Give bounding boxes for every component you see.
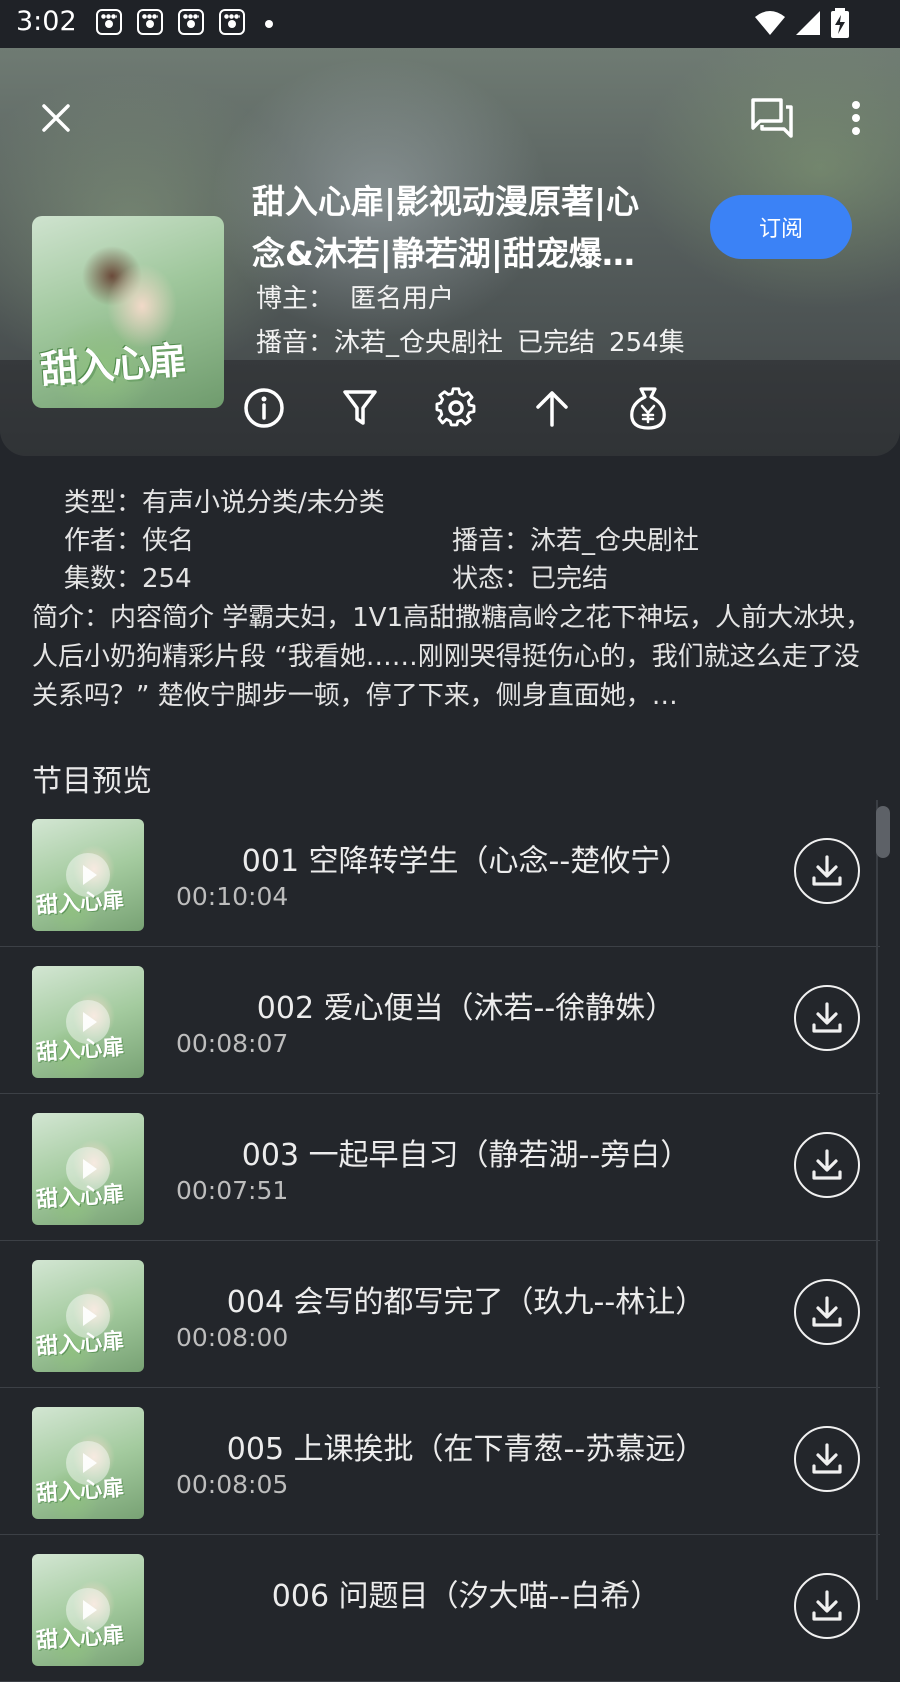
settings-icon xyxy=(435,387,476,427)
settings-button[interactable] xyxy=(428,380,484,436)
close-icon xyxy=(42,104,70,132)
episode-title: 003 一起早自习（静若湖--旁白） xyxy=(241,1138,691,1173)
play-icon xyxy=(66,853,110,897)
album-cover[interactable]: 甜入心扉 xyxy=(32,216,224,408)
status-time: 3:02 xyxy=(16,6,77,37)
episode-title: 001 空降转学生（心念--楚攸宁） xyxy=(241,844,691,879)
money-bag-icon xyxy=(630,387,666,430)
scrollbar-track[interactable] xyxy=(876,800,878,1600)
episode-duration: 00:08:07 xyxy=(176,1029,289,1058)
episode-thumbnail: 甜入心扉 xyxy=(32,1554,144,1666)
play-icon xyxy=(66,1147,110,1191)
episode-duration: 00:08:05 xyxy=(176,1470,289,1499)
episode-row[interactable]: 甜入心扉 006 问题目（汐大喵--白希） xyxy=(0,1535,880,1682)
episode-list: 甜入心扉 001 空降转学生（心念--楚攸宁） 00:10:04 甜入心扉 00… xyxy=(0,800,880,1682)
play-icon xyxy=(66,1441,110,1485)
download-icon xyxy=(812,1149,842,1180)
more-options-button[interactable] xyxy=(826,88,886,148)
narrator-label: 播音：沐若_仓央剧社 xyxy=(256,328,504,358)
download-icon xyxy=(812,1296,842,1327)
meta-author: 作者：侠名 xyxy=(64,526,195,556)
episode-thumbnail: 甜入心扉 xyxy=(32,819,144,931)
more-vertical-icon xyxy=(852,101,860,135)
episode-row[interactable]: 甜入心扉 003 一起早自习（静若湖--旁白） 00:07:51 xyxy=(0,1094,880,1241)
episode-thumbnail: 甜入心扉 xyxy=(32,966,144,1078)
section-title-preview: 节目预览 xyxy=(32,764,152,799)
download-icon xyxy=(812,855,842,886)
download-button[interactable] xyxy=(794,838,860,904)
meta-type: 类型：有声小说分类/未分类 xyxy=(64,488,385,518)
download-button[interactable] xyxy=(794,985,860,1051)
episode-thumbnail: 甜入心扉 xyxy=(32,1407,144,1519)
download-button[interactable] xyxy=(794,1426,860,1492)
filter-button[interactable] xyxy=(332,380,388,436)
comment-icon xyxy=(751,98,793,138)
blogger-label: 博主： xyxy=(256,284,335,314)
episode-title: 006 问题目（汐大喵--白希） xyxy=(271,1579,661,1614)
info-button[interactable] xyxy=(236,380,292,436)
baidu-paw-icon xyxy=(137,9,163,35)
download-button[interactable] xyxy=(794,1279,860,1345)
play-icon xyxy=(66,1588,110,1632)
baidu-paw-icon xyxy=(96,9,122,35)
play-icon xyxy=(66,1294,110,1338)
meta-state: 状态：已完结 xyxy=(452,564,609,594)
episode-title: 002 爱心便当（沐若--徐静姝） xyxy=(256,991,676,1026)
episode-row[interactable]: 甜入心扉 004 会写的都写完了（玖九--林让） 00:08:00 xyxy=(0,1241,880,1388)
wifi-icon xyxy=(755,11,785,35)
episode-duration: 00:10:04 xyxy=(176,882,289,911)
close-button[interactable] xyxy=(26,88,86,148)
download-button[interactable] xyxy=(794,1132,860,1198)
baidu-paw-icon xyxy=(178,9,204,35)
episode-row[interactable]: 甜入心扉 002 爱心便当（沐若--徐静姝） 00:08:07 xyxy=(0,947,880,1094)
comment-button[interactable] xyxy=(742,88,802,148)
download-icon xyxy=(812,1590,842,1621)
download-button[interactable] xyxy=(794,1573,860,1639)
system-icons xyxy=(754,8,850,38)
scrollbar-thumb[interactable] xyxy=(876,806,890,858)
episode-thumbnail: 甜入心扉 xyxy=(32,1260,144,1372)
meta-episodes: 集数：254 xyxy=(64,564,192,594)
reward-button[interactable] xyxy=(620,380,676,436)
status-bar: 3:02 xyxy=(0,0,900,48)
episode-thumbnail: 甜入心扉 xyxy=(32,1113,144,1225)
album-header: 甜入心扉 甜入心扉|影视动漫原著|心念&沐若|静若湖|甜宠爆… 订阅 博主： 匿名… xyxy=(0,48,900,456)
arrow-up-icon xyxy=(536,391,568,427)
info-icon xyxy=(244,388,284,428)
header-actions xyxy=(236,380,676,436)
album-intro[interactable]: 简介：内容简介 学霸夫妇，1V1高甜撒糖高岭之花下神坛，人前大冰块，人后小奶狗精… xyxy=(32,599,872,716)
download-icon xyxy=(812,1002,842,1033)
episode-title: 005 上课挨批（在下青葱--苏慕远） xyxy=(226,1432,706,1467)
cover-title-art: 甜入心扉 xyxy=(38,337,186,392)
episode-count: 254集 xyxy=(609,328,685,358)
episode-row[interactable]: 甜入心扉 005 上课挨批（在下青葱--苏慕远） 00:08:05 xyxy=(0,1388,880,1535)
more-notifications-dot xyxy=(265,20,273,28)
episode-duration: 00:07:51 xyxy=(176,1176,289,1205)
baidu-paw-icon xyxy=(219,9,245,35)
meta-narrator: 播音：沐若_仓央剧社 xyxy=(452,526,700,556)
notification-icons xyxy=(96,9,245,35)
blogger-line: 博主： 匿名用户 xyxy=(256,278,454,315)
album-info-line: 播音：沐若_仓央剧社 已完结 254集 xyxy=(256,322,685,359)
album-title: 甜入心扉|影视动漫原著|心念&沐若|静若湖|甜宠爆… xyxy=(252,182,640,273)
episode-duration: 00:08:00 xyxy=(176,1323,289,1352)
subscribe-button[interactable]: 订阅 xyxy=(710,195,852,259)
play-icon xyxy=(66,1000,110,1044)
episode-row[interactable]: 甜入心扉 001 空降转学生（心念--楚攸宁） 00:10:04 xyxy=(0,800,880,947)
episode-title: 004 会写的都写完了（玖九--林让） xyxy=(226,1285,706,1320)
scroll-top-button[interactable] xyxy=(524,380,580,436)
blogger-name[interactable]: 匿名用户 xyxy=(350,284,454,314)
status-label: 已完结 xyxy=(517,328,596,358)
download-icon xyxy=(812,1443,842,1474)
signal-icon xyxy=(796,11,820,35)
battery-charging-icon xyxy=(831,8,849,38)
filter-icon xyxy=(343,390,377,425)
